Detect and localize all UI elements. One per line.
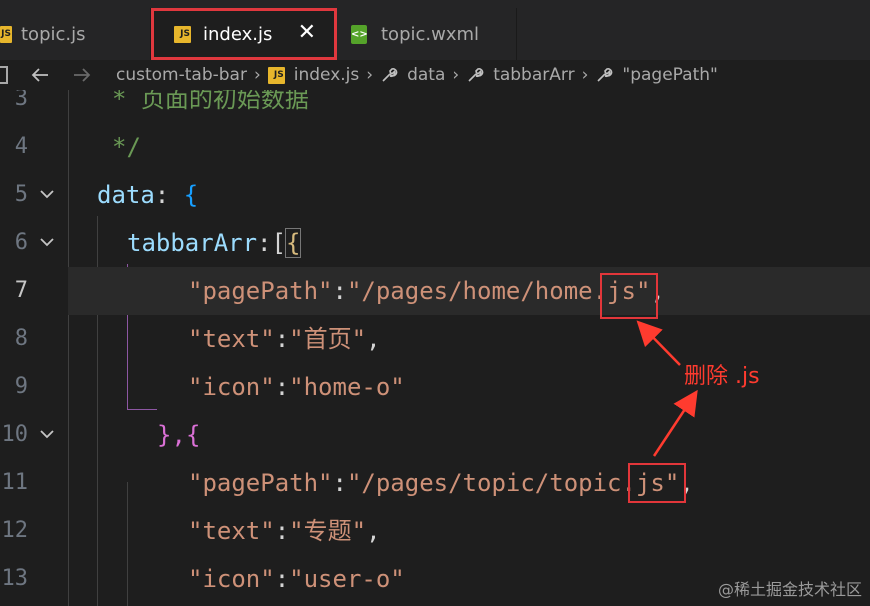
breadcrumb: custom-tab-bar › JS index.js › data › ta… xyxy=(0,60,870,90)
breadcrumb-file-label: index.js xyxy=(293,65,360,85)
breadcrumb-symbol-label: "pagePath" xyxy=(622,65,718,85)
chevron-right-icon: › xyxy=(452,65,460,85)
editor-tab-bar: JS topic.js JS index.js ✕ <> topic.wxml xyxy=(0,0,870,60)
tab-label: topic.js xyxy=(21,23,86,45)
js-file-icon: JS xyxy=(0,25,12,43)
chevron-right-icon: › xyxy=(253,65,261,85)
watermark: @稀土掘金技术社区 xyxy=(717,580,862,599)
tab-topic-wxml[interactable]: <> topic.wxml xyxy=(337,8,517,60)
tab-divider xyxy=(516,8,517,60)
breadcrumb-symbol-tabbararr[interactable]: tabbarArr xyxy=(466,65,575,85)
wrench-icon xyxy=(468,68,484,82)
tab-label: index.js xyxy=(203,23,273,45)
close-icon[interactable]: ✕ xyxy=(298,20,316,45)
annotation-label: 删除 .js xyxy=(684,364,760,389)
back-arrow-icon[interactable] xyxy=(30,65,50,85)
wrench-icon xyxy=(382,68,398,82)
annotation-arrows xyxy=(636,320,698,457)
breadcrumb-file[interactable]: JS index.js xyxy=(267,65,360,85)
tab-index-js[interactable]: JS index.js ✕ xyxy=(151,8,337,60)
js-file-icon: JS xyxy=(267,66,285,84)
forward-arrow-icon[interactable] xyxy=(72,65,92,85)
bookmark-icon[interactable] xyxy=(0,66,8,84)
js-file-icon: JS xyxy=(174,25,191,43)
wrench-icon xyxy=(597,68,613,82)
breadcrumb-symbol-data[interactable]: data xyxy=(380,65,445,85)
tab-topic-js[interactable]: JS topic.js xyxy=(0,8,150,60)
wxml-file-icon: <> xyxy=(351,24,368,44)
chevron-right-icon: › xyxy=(581,65,589,85)
chevron-right-icon: › xyxy=(366,65,374,85)
breadcrumb-symbol-label: data xyxy=(407,65,446,85)
code-editor[interactable]: 3 * 页面的初始数据 4 */ 5 data: { 6 tabbarArr:[… xyxy=(0,90,870,606)
breadcrumb-symbol-label: tabbarArr xyxy=(493,65,575,85)
breadcrumb-folder[interactable]: custom-tab-bar xyxy=(116,65,247,85)
tab-label: topic.wxml xyxy=(381,23,480,45)
breadcrumb-symbol-pagepath[interactable]: "pagePath" xyxy=(595,65,718,85)
